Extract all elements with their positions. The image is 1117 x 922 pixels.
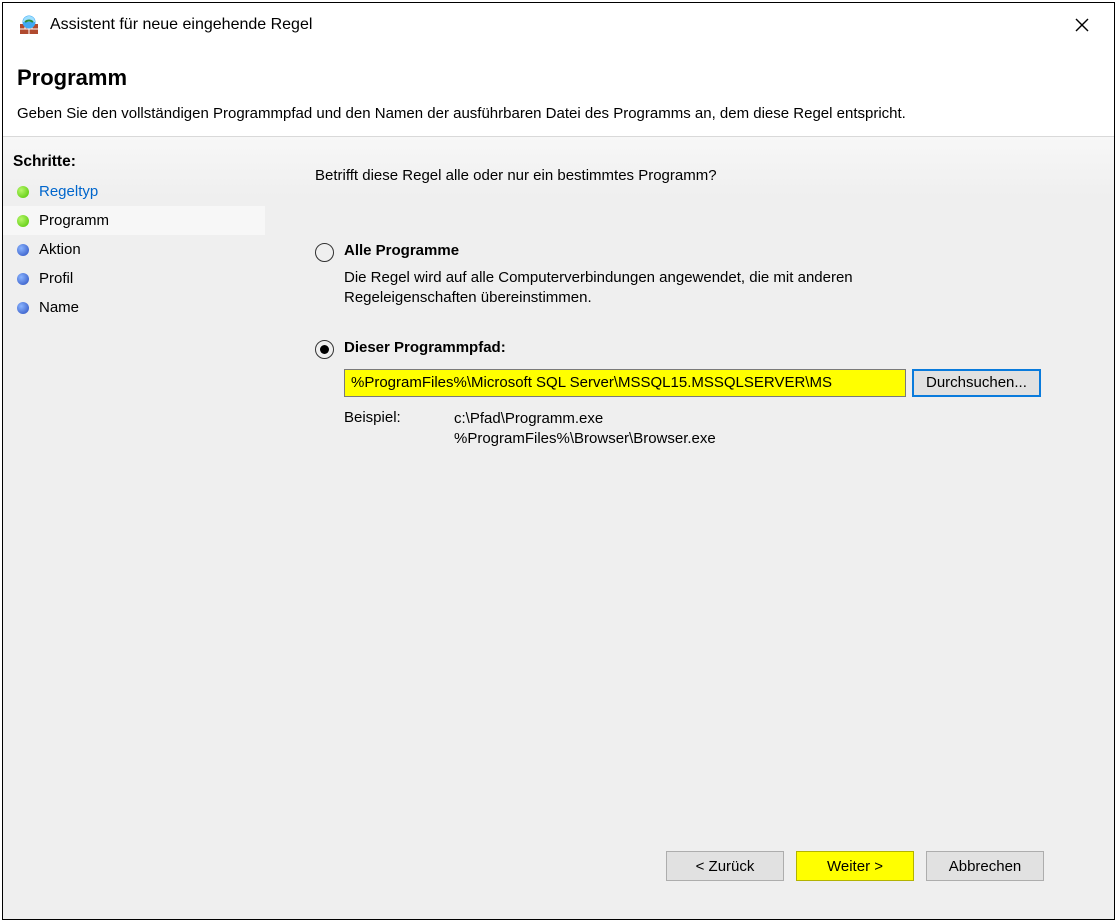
step-label: Name	[39, 299, 79, 316]
back-button[interactable]: < Zurück	[666, 851, 784, 881]
example-label: Beispiel:	[344, 409, 454, 450]
firewall-icon	[19, 15, 39, 35]
step-aktion[interactable]: Aktion	[3, 235, 265, 264]
bullet-icon	[17, 302, 29, 314]
step-name[interactable]: Name	[3, 293, 265, 322]
radio-all-programs[interactable]: Alle Programme	[315, 242, 1074, 262]
radio-path-label: Dieser Programmpfad:	[344, 339, 506, 356]
step-label: Aktion	[39, 241, 81, 258]
page-subtitle: Geben Sie den vollständigen Programmpfad…	[17, 105, 1100, 122]
radio-all-desc: Die Regel wird auf alle Computerverbindu…	[344, 268, 924, 309]
radio-icon[interactable]	[315, 243, 334, 262]
question-text: Betrifft diese Regel alle oder nur ein b…	[315, 167, 1074, 184]
browse-button[interactable]: Durchsuchen...	[912, 369, 1041, 397]
body-area: Schritte: Regeltyp Programm Aktion Profi…	[3, 136, 1114, 919]
cancel-button[interactable]: Abbrechen	[926, 851, 1044, 881]
step-label: Regeltyp	[39, 183, 98, 200]
radio-program-path[interactable]: Dieser Programmpfad:	[315, 339, 1074, 359]
content-area: Betrifft diese Regel alle oder nur ein b…	[265, 137, 1114, 919]
bullet-icon	[17, 186, 29, 198]
radio-all-label: Alle Programme	[344, 242, 459, 259]
radio-icon[interactable]	[315, 340, 334, 359]
sidebar-heading: Schritte:	[3, 145, 265, 177]
page-title: Programm	[17, 65, 1100, 91]
bullet-icon	[17, 273, 29, 285]
step-label: Programm	[39, 212, 109, 229]
step-programm[interactable]: Programm	[3, 206, 265, 235]
window-title: Assistent für neue eingehende Regel	[50, 16, 1062, 34]
close-button[interactable]	[1062, 5, 1102, 45]
step-regeltyp[interactable]: Regeltyp	[3, 177, 265, 206]
step-label: Profil	[39, 270, 73, 287]
header-area: Programm Geben Sie den vollständigen Pro…	[3, 47, 1114, 136]
program-path-input[interactable]	[344, 369, 906, 397]
bullet-icon	[17, 215, 29, 227]
sidebar: Schritte: Regeltyp Programm Aktion Profi…	[3, 137, 265, 919]
wizard-footer: < Zurück Weiter > Abbrechen	[315, 837, 1074, 899]
wizard-window: Assistent für neue eingehende Regel Prog…	[2, 2, 1115, 920]
close-icon	[1075, 18, 1089, 32]
step-profil[interactable]: Profil	[3, 264, 265, 293]
example-text: c:\Pfad\Programm.exe %ProgramFiles%\Brow…	[454, 409, 716, 450]
titlebar: Assistent für neue eingehende Regel	[3, 3, 1114, 47]
bullet-icon	[17, 244, 29, 256]
next-button[interactable]: Weiter >	[796, 851, 914, 881]
